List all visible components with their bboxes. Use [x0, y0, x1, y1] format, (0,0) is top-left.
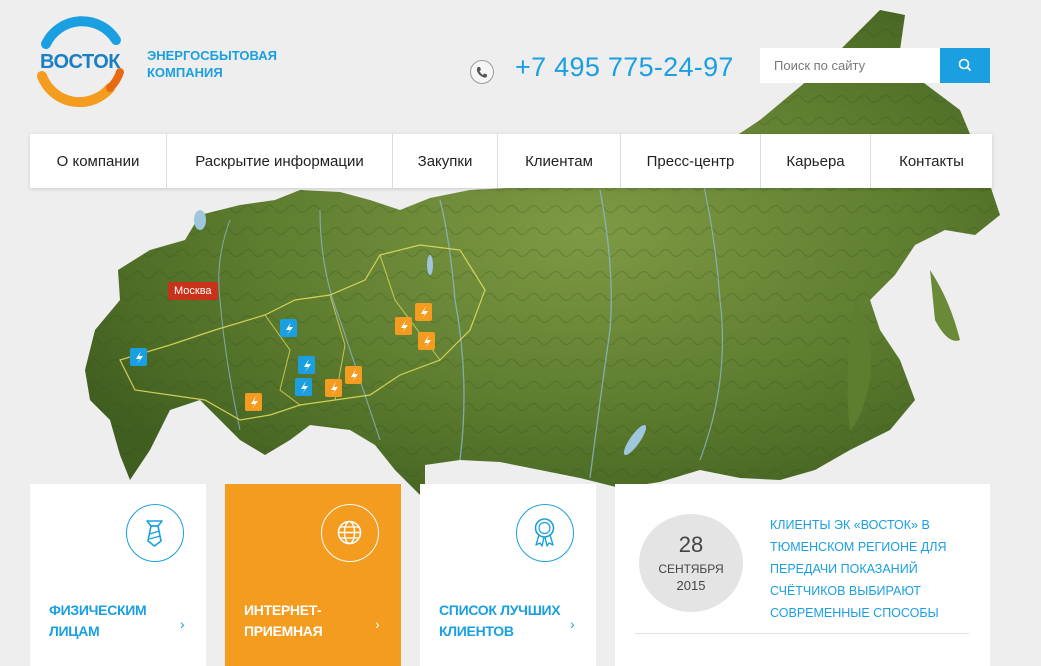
logo-text: ВОСТОК [40, 51, 121, 73]
logo-subtitle-line1: ЭНЕРГОСБЫТОВАЯ [147, 48, 277, 63]
nav-item-procurement[interactable]: Закупки [393, 134, 498, 188]
chevron-right-icon: › [180, 616, 185, 632]
marker-blue[interactable] [295, 378, 312, 396]
marker-orange[interactable] [345, 366, 362, 384]
search-button[interactable] [940, 48, 990, 83]
tile-internet-reception[interactable]: Интернет-приемная › [225, 484, 401, 666]
marker-orange[interactable] [245, 393, 262, 411]
marker-orange[interactable] [418, 332, 435, 350]
nav-item-clients[interactable]: Клиентам [498, 134, 621, 188]
city-label-moscow[interactable]: Москва [168, 282, 218, 300]
news-divider [635, 633, 969, 634]
main-nav: О компании Раскрытие информации Закупки … [30, 134, 992, 188]
nav-item-career[interactable]: Карьера [761, 134, 871, 188]
search-input[interactable] [760, 48, 940, 83]
tile-label: Интернет-приемная [244, 602, 323, 639]
news-date-badge: 28 Сентября 2015 [639, 514, 743, 612]
nav-item-disclosure[interactable]: Раскрытие информации [167, 134, 393, 188]
search-box [760, 48, 990, 83]
marker-blue[interactable] [130, 348, 147, 366]
phone-icon [470, 60, 494, 84]
nav-item-press-center[interactable]: Пресс-центр [621, 134, 761, 188]
news-month: Сентября [658, 562, 724, 576]
marker-blue[interactable] [280, 319, 297, 337]
award-icon [516, 504, 574, 562]
chevron-right-icon: › [570, 616, 575, 632]
marker-orange[interactable] [395, 317, 412, 335]
globe-icon [321, 504, 379, 562]
nav-item-contacts[interactable]: Контакты [871, 134, 992, 188]
tile-best-clients[interactable]: Список лучших клиентов › [420, 484, 596, 666]
marker-blue[interactable] [298, 356, 315, 374]
news-card: 28 Сентября 2015 Клиенты ЭК «Восток» в Т… [615, 484, 990, 666]
tile-individuals[interactable]: Физическим лицам › [30, 484, 206, 666]
marker-orange[interactable] [325, 379, 342, 397]
chevron-right-icon: › [375, 616, 380, 632]
tile-label: Физическим лицам [49, 602, 147, 639]
tile-label: Список лучших клиентов [439, 602, 561, 639]
news-title-link[interactable]: Клиенты ЭК «Восток» в Тюменском регионе … [770, 514, 975, 624]
logo[interactable]: ВОСТОК [28, 14, 132, 110]
tie-icon [126, 504, 184, 562]
news-year: 2015 [676, 578, 706, 593]
marker-orange[interactable] [415, 303, 432, 321]
search-icon [958, 58, 971, 71]
nav-item-about[interactable]: О компании [30, 134, 167, 188]
phone-number[interactable]: +7 495 775-24-97 [515, 52, 734, 83]
logo-subtitle: ЭНЕРГОСБЫТОВАЯ КОМПАНИЯ [147, 47, 277, 81]
news-day: 28 [678, 532, 704, 557]
logo-subtitle-line2: КОМПАНИЯ [147, 65, 223, 80]
